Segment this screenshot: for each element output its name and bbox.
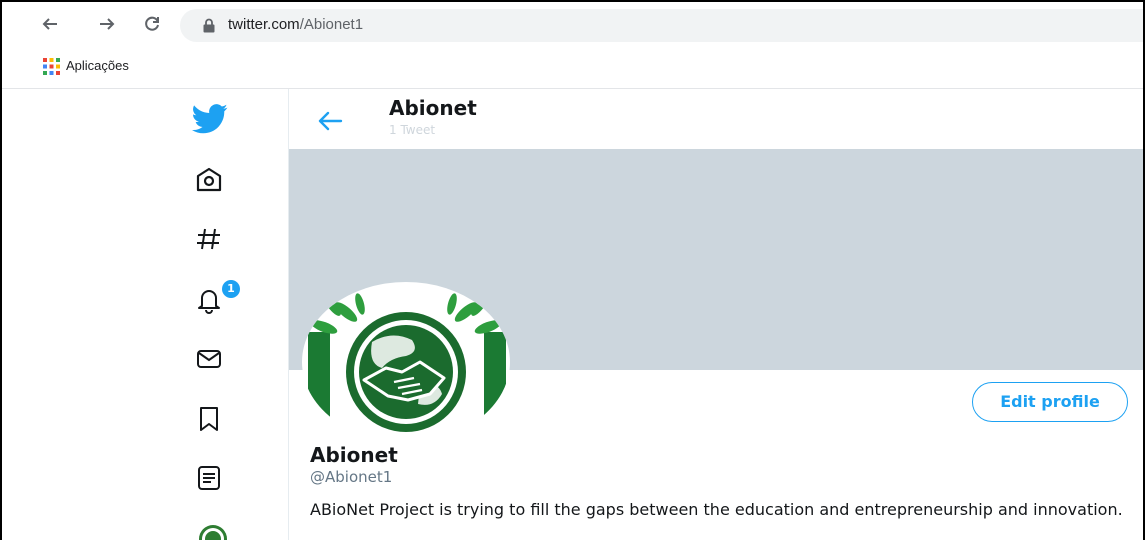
bookmark-icon[interactable] [194, 404, 224, 434]
reload-icon[interactable] [140, 14, 164, 36]
profile-bio: ABioNet Project is trying to fill the ga… [310, 500, 1123, 519]
lock-icon [203, 18, 215, 33]
notification-badge: 1 [222, 280, 240, 298]
profile-name: Abionet [310, 443, 398, 467]
header-title: Abionet [389, 96, 477, 120]
url-path: /Abionet1 [299, 16, 364, 33]
browser-toolbar: twitter.com/Abionet1 [2, 2, 1143, 48]
envelope-icon[interactable] [194, 344, 224, 374]
profile-handle: @Abionet1 [310, 468, 393, 486]
url-host: twitter.com [228, 16, 300, 33]
profile-avatar[interactable] [302, 282, 510, 442]
back-arrow-icon[interactable] [315, 108, 345, 134]
apps-grid-icon[interactable] [43, 58, 60, 75]
edit-profile-button[interactable]: Edit profile [972, 382, 1128, 422]
back-arrow-icon[interactable] [38, 14, 62, 36]
bookmarks-bar: Aplicações [2, 48, 1143, 89]
address-bar[interactable]: twitter.com/Abionet1 [180, 9, 1143, 42]
home-icon[interactable] [194, 165, 224, 195]
forward-arrow-icon[interactable] [95, 14, 119, 36]
bird-icon[interactable] [192, 103, 228, 135]
list-icon[interactable] [194, 463, 224, 493]
url-text: twitter.com/Abionet1 [228, 16, 363, 33]
avatar-icon[interactable] [198, 524, 228, 540]
header-tweet-count: 1 Tweet [389, 123, 436, 135]
hashtag-icon[interactable] [194, 224, 224, 254]
abionet-logo-icon [308, 292, 506, 432]
bell-icon[interactable] [194, 284, 224, 314]
apps-bookmark-label[interactable]: Aplicações [66, 58, 129, 73]
browser-window: twitter.com/Abionet1 Aplicações 1 Abione… [0, 0, 1145, 540]
